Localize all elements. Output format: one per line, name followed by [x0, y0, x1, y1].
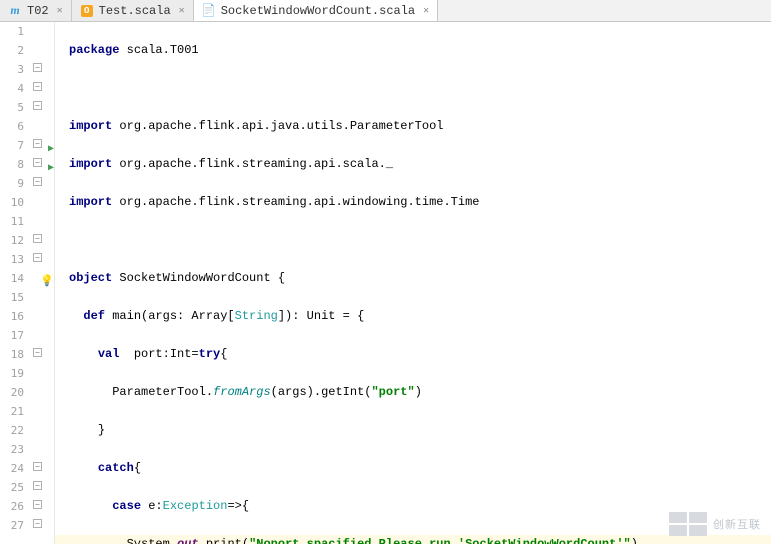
line-number: 14💡	[0, 269, 54, 288]
line-number: 21	[0, 402, 54, 421]
line-number: 11	[0, 212, 54, 231]
close-icon[interactable]: ✕	[179, 5, 185, 17]
line-number: 23	[0, 440, 54, 459]
fold-icon[interactable]: −	[33, 253, 42, 262]
line-number: 13−	[0, 250, 54, 269]
fold-icon[interactable]: −	[33, 139, 42, 148]
watermark-logo: 创新互联	[669, 512, 761, 536]
fold-icon[interactable]: −	[33, 63, 42, 72]
editor: 123−4−5−67−▶8−▶9−101112−13−14💡15161718−1…	[0, 22, 771, 544]
tab-t02[interactable]: m T02 ✕	[0, 0, 72, 21]
line-number: 25−	[0, 478, 54, 497]
line-number: 7−▶	[0, 136, 54, 155]
line-number: 12−	[0, 231, 54, 250]
line-number: 2	[0, 41, 54, 60]
fold-icon[interactable]: −	[33, 519, 42, 528]
fold-icon[interactable]: −	[33, 82, 42, 91]
line-number: 8−▶	[0, 155, 54, 174]
fold-icon[interactable]: −	[33, 234, 42, 243]
tab-socketwindowwordcount[interactable]: 📄 SocketWindowWordCount.scala ✕	[194, 0, 438, 21]
line-number: 6	[0, 117, 54, 136]
close-icon[interactable]: ✕	[423, 5, 429, 17]
line-number: 15	[0, 288, 54, 307]
line-number: 9−	[0, 174, 54, 193]
tab-label: SocketWindowWordCount.scala	[221, 4, 415, 18]
tab-label: T02	[27, 4, 49, 18]
keyword: package	[69, 43, 119, 57]
line-number: 22	[0, 421, 54, 440]
line-number: 18−	[0, 345, 54, 364]
line-number: 27−	[0, 516, 54, 535]
code-area[interactable]: package scala.T001 import org.apache.fli…	[55, 22, 771, 544]
line-number: 17	[0, 326, 54, 345]
line-number: 24−	[0, 459, 54, 478]
line-number: 5−	[0, 98, 54, 117]
line-number: 3−	[0, 60, 54, 79]
line-number: 26−	[0, 497, 54, 516]
watermark-text: 创新互联	[713, 516, 761, 532]
line-gutter: 123−4−5−67−▶8−▶9−101112−13−14💡15161718−1…	[0, 22, 55, 544]
fold-icon[interactable]: −	[33, 481, 42, 490]
fold-icon[interactable]: −	[33, 158, 42, 167]
scala-module-icon: m	[8, 4, 22, 18]
line-number: 19	[0, 364, 54, 383]
tab-test-scala[interactable]: O Test.scala ✕	[72, 0, 194, 21]
tab-bar: m T02 ✕ O Test.scala ✕ 📄 SocketWindowWor…	[0, 0, 771, 22]
close-icon[interactable]: ✕	[57, 5, 63, 17]
line-number: 10	[0, 193, 54, 212]
fold-icon[interactable]: −	[33, 348, 42, 357]
scala-object-icon: O	[80, 4, 94, 18]
fold-icon[interactable]: −	[33, 177, 42, 186]
line-number: 16	[0, 307, 54, 326]
tab-label: Test.scala	[99, 4, 171, 18]
line-number: 4−	[0, 79, 54, 98]
logo-icon	[669, 512, 707, 536]
line-number: 1	[0, 22, 54, 41]
scala-file-icon: 📄	[202, 4, 216, 18]
fold-icon[interactable]: −	[33, 462, 42, 471]
fold-icon[interactable]: −	[33, 500, 42, 509]
line-number: 20	[0, 383, 54, 402]
fold-icon[interactable]: −	[33, 101, 42, 110]
